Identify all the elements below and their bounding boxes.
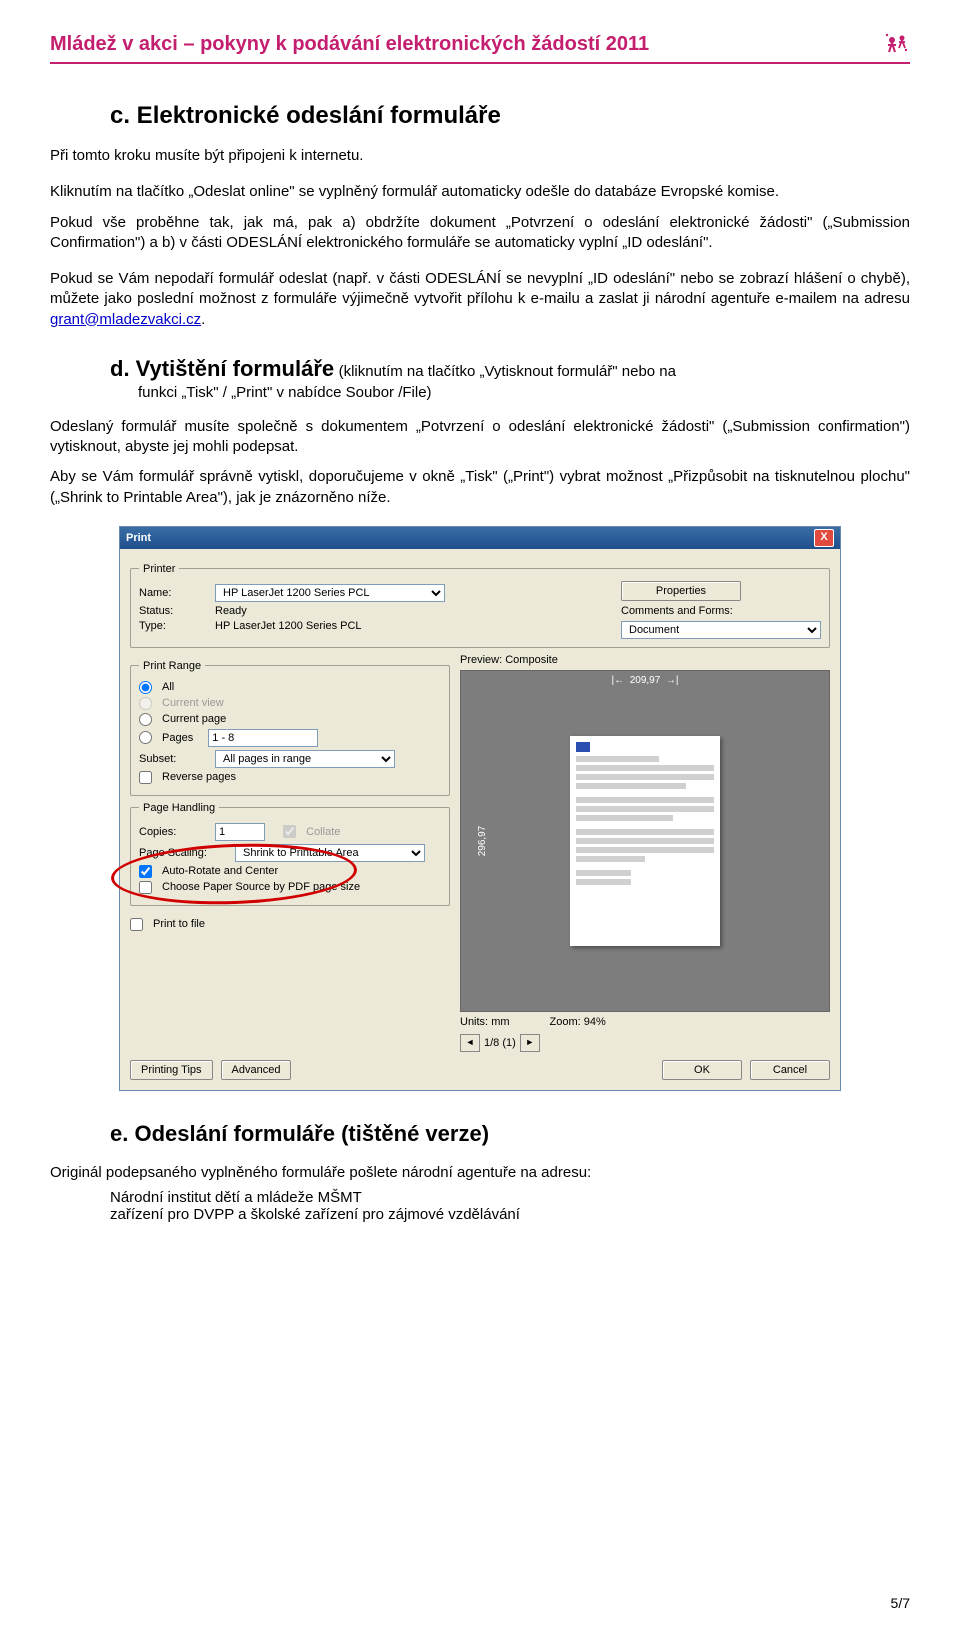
- type-label: Type:: [139, 620, 209, 632]
- print-dialog: Print X Printer Name: HP LaserJet 1200 S…: [119, 526, 841, 1091]
- section-c-p3: Pokud vše proběhne tak, jak má, pak a) o…: [50, 213, 910, 254]
- preview-sheet: [570, 736, 720, 946]
- section-d-p1: Odeslaný formulář musíte společně s doku…: [50, 417, 910, 458]
- section-e-p1: Originál podepsaného vyplněného formulář…: [50, 1163, 910, 1183]
- range-view-radio: [139, 697, 152, 710]
- type-value: HP LaserJet 1200 Series PCL: [215, 620, 362, 632]
- collate-label: Collate: [306, 826, 340, 838]
- printer-legend: Printer: [139, 563, 179, 575]
- range-all-radio[interactable]: [139, 681, 152, 694]
- range-legend: Print Range: [139, 660, 205, 672]
- printing-tips-button[interactable]: Printing Tips: [130, 1060, 213, 1080]
- ok-button[interactable]: OK: [662, 1060, 742, 1080]
- address-line-1: Národní institut dětí a mládeže MŠMT: [110, 1189, 910, 1206]
- copies-label: Copies:: [139, 826, 209, 838]
- printer-group: Printer Name: HP LaserJet 1200 Series PC…: [130, 563, 830, 648]
- subset-select[interactable]: All pages in range: [215, 750, 395, 768]
- subset-label: Subset:: [139, 753, 209, 765]
- scaling-label: Page Scaling:: [139, 847, 229, 859]
- advanced-button[interactable]: Advanced: [221, 1060, 292, 1080]
- preview-paging: ◄ 1/8 (1) ►: [460, 1034, 830, 1052]
- print-to-file-label: Print to file: [153, 918, 205, 930]
- reverse-pages-checkbox[interactable]: [139, 771, 152, 784]
- section-c-p2: Kliknutím na tlačítko „Odeslat online" s…: [50, 182, 910, 202]
- choose-papersource-label: Choose Paper Source by PDF page size: [162, 881, 360, 893]
- section-c-p4: Pokud se Vám nepodaří formulář odeslat (…: [50, 269, 910, 330]
- autorotate-label: Auto-Rotate and Center: [162, 865, 278, 877]
- choose-papersource-checkbox[interactable]: [139, 881, 152, 894]
- grant-email-link[interactable]: grant@mladezvakci.cz: [50, 311, 201, 328]
- autorotate-checkbox[interactable]: [139, 865, 152, 878]
- section-d-tail: (kliknutím na tlačítko „Vytisknout formu…: [339, 363, 676, 380]
- page-prev-button[interactable]: ◄: [460, 1034, 480, 1052]
- page-handling-group: Page Handling Copies: Collate Page Scali…: [130, 802, 450, 906]
- page-indicator: 1/8 (1): [484, 1037, 516, 1049]
- pages-input[interactable]: [208, 729, 318, 747]
- cancel-button[interactable]: Cancel: [750, 1060, 830, 1080]
- preview-label: Preview: Composite: [460, 654, 830, 666]
- properties-button[interactable]: Properties: [621, 581, 741, 601]
- section-d-heading: d. Vytištění formuláře (kliknutím na tla…: [110, 356, 910, 401]
- zoom-cell: Zoom: 94%: [550, 1016, 606, 1028]
- print-range-group: Print Range All Current view Current pag…: [130, 660, 450, 796]
- print-to-file-checkbox[interactable]: [130, 918, 143, 931]
- print-preview: |← 209,97 →| 296,97: [460, 670, 830, 1012]
- dialog-footer: Printing Tips Advanced OK Cancel: [130, 1060, 830, 1080]
- section-d-lead: d. Vytištění formuláře: [110, 356, 334, 381]
- comments-select[interactable]: Document: [621, 621, 821, 639]
- section-c-p1: Při tomto kroku musíte být připojeni k i…: [50, 146, 910, 166]
- eu-flag-icon: [576, 742, 590, 752]
- section-c-title: c. Elektronické odeslání formuláře: [110, 102, 910, 130]
- header-title: Mládež v akci – pokyny k podávání elektr…: [50, 33, 874, 56]
- preview-width-dim: |← 209,97 →|: [612, 675, 679, 686]
- section-e-title: e. Odeslání formuláře (tištěné verze): [110, 1121, 910, 1147]
- printer-name-select[interactable]: HP LaserJet 1200 Series PCL: [215, 584, 445, 602]
- range-currentpage-label: Current page: [162, 713, 226, 725]
- page-scaling-select[interactable]: Shrink to Printable Area: [235, 844, 425, 862]
- address-line-2: zařízení pro DVPP a školské zařízení pro…: [110, 1206, 910, 1223]
- status-label: Status:: [139, 605, 209, 617]
- page-number: 5/7: [891, 1595, 910, 1611]
- section-d-p2: Aby se Vám formulář správně vytiskl, dop…: [50, 467, 910, 508]
- collate-checkbox: [283, 825, 296, 838]
- range-pages-label: Pages: [162, 732, 193, 744]
- document-page: Mládež v akci – pokyny k podávání elektr…: [0, 0, 960, 1627]
- close-icon[interactable]: X: [814, 529, 834, 547]
- dialog-body: Printer Name: HP LaserJet 1200 Series PC…: [120, 549, 840, 1090]
- section-d-line2: funkci „Tisk" / „Print" v nabídce Soubor…: [138, 384, 910, 401]
- section-c-p4a: Pokud se Vám nepodaří formulář odeslat (…: [50, 270, 910, 307]
- range-all-label: All: [162, 681, 174, 693]
- name-label: Name:: [139, 587, 209, 599]
- page-next-button[interactable]: ►: [520, 1034, 540, 1052]
- copies-input[interactable]: [215, 823, 265, 841]
- page-header: Mládež v akci – pokyny k podávání elektr…: [50, 30, 910, 64]
- range-view-label: Current view: [162, 697, 224, 709]
- status-value: Ready: [215, 605, 247, 617]
- range-pages-radio[interactable]: [139, 731, 152, 744]
- handling-legend: Page Handling: [139, 802, 219, 814]
- preview-height-dim: 296,97: [477, 825, 488, 856]
- dialog-titlebar: Print X: [120, 527, 840, 549]
- reverse-pages-label: Reverse pages: [162, 771, 236, 783]
- program-logo-icon: [882, 30, 910, 58]
- section-c-p4b: .: [201, 311, 205, 328]
- dialog-title: Print: [126, 532, 814, 544]
- comments-label: Comments and Forms:: [621, 605, 821, 617]
- units-cell: Units: mm: [460, 1016, 510, 1028]
- range-currentpage-radio[interactable]: [139, 713, 152, 726]
